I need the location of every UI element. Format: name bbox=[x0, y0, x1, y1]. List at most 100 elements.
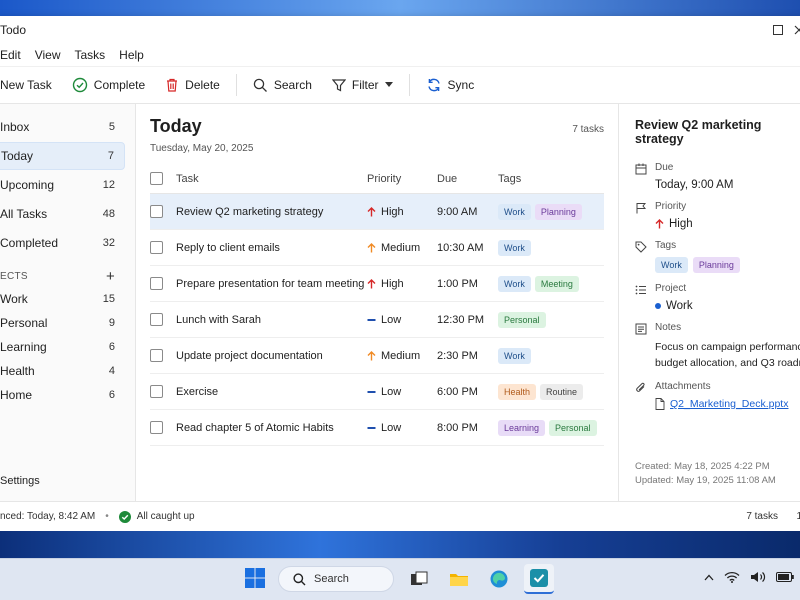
task-checkbox[interactable] bbox=[150, 421, 163, 434]
sidebar-project-work[interactable]: Work 15 bbox=[0, 287, 135, 311]
tag-chip[interactable]: Meeting bbox=[534, 275, 579, 292]
wifi-icon[interactable] bbox=[724, 571, 740, 583]
priority-low-icon bbox=[367, 390, 376, 393]
attachment-link[interactable]: Q2_Marketing_Deck.pptx bbox=[670, 398, 788, 410]
sidebar-project-home[interactable]: Home 6 bbox=[0, 383, 135, 407]
tag-chip[interactable]: Work bbox=[498, 239, 531, 256]
detail-due-value[interactable]: Today, 9:00 AM bbox=[655, 179, 733, 191]
attachment-item[interactable]: Q2_Marketing_Deck.pptx bbox=[655, 398, 788, 410]
task-tags: Work bbox=[498, 347, 531, 364]
menu-edit[interactable]: Edit bbox=[0, 48, 21, 62]
tag-chip[interactable]: Planning bbox=[534, 203, 582, 220]
project-count: 4 bbox=[108, 365, 115, 377]
app-body: Inbox 5 Today 7 Upcoming 12 All Tasks 48… bbox=[0, 104, 800, 501]
chevron-up-icon[interactable] bbox=[704, 574, 714, 581]
status-separator: • bbox=[105, 511, 109, 522]
sidebar-project-learning[interactable]: Learning 6 bbox=[0, 335, 135, 359]
tag-chip[interactable]: Work bbox=[498, 347, 531, 364]
system-tray bbox=[704, 571, 794, 583]
menu-help[interactable]: Help bbox=[119, 48, 144, 62]
sidebar-item-completed[interactable]: Completed 32 bbox=[0, 229, 125, 257]
close-button[interactable] bbox=[792, 16, 800, 44]
detail-priority-value[interactable]: High bbox=[655, 218, 693, 230]
sidebar-project-health[interactable]: Health 4 bbox=[0, 359, 135, 383]
battery-icon[interactable] bbox=[776, 572, 794, 582]
column-priority[interactable]: Priority bbox=[367, 173, 437, 185]
delete-button[interactable]: Delete bbox=[155, 70, 230, 100]
detail-notes-value[interactable]: Focus on campaign performance, budget al… bbox=[655, 339, 800, 371]
table-row[interactable]: Read chapter 5 of Atomic Habits Low 8:00 P… bbox=[150, 410, 604, 446]
sidebar-item-label: All Tasks bbox=[0, 207, 48, 221]
task-name: Read chapter 5 of Atomic Habits bbox=[176, 421, 334, 434]
taskbar-search[interactable]: Search bbox=[278, 566, 394, 592]
task-checkbox[interactable] bbox=[150, 385, 163, 398]
task-checkbox[interactable] bbox=[150, 313, 163, 326]
tag-chip[interactable]: Work bbox=[498, 275, 531, 292]
task-priority: Low bbox=[367, 314, 437, 326]
task-count: 7 tasks bbox=[572, 124, 604, 135]
windows-start-icon[interactable] bbox=[244, 567, 268, 591]
todo-app-button[interactable] bbox=[524, 564, 554, 594]
task-checkbox[interactable] bbox=[150, 241, 163, 254]
column-due[interactable]: Due bbox=[437, 173, 498, 185]
task-checkbox[interactable] bbox=[150, 349, 163, 362]
tag-chip[interactable]: Personal bbox=[549, 419, 597, 436]
maximize-button[interactable] bbox=[764, 16, 792, 44]
edge-browser-button[interactable] bbox=[484, 564, 514, 594]
tag-chip[interactable]: Personal bbox=[498, 311, 546, 328]
sidebar-item-inbox[interactable]: Inbox 5 bbox=[0, 113, 125, 141]
tag-chip[interactable]: Work bbox=[498, 203, 531, 220]
column-tags[interactable]: Tags bbox=[498, 173, 521, 185]
projects-header-label: ECTS bbox=[0, 270, 28, 282]
taskbar: Search bbox=[0, 558, 800, 600]
new-task-label: New Task bbox=[0, 78, 52, 92]
task-view-button[interactable] bbox=[404, 564, 434, 594]
page-title: Today bbox=[150, 116, 202, 136]
table-row[interactable]: Review Q2 marketing strategy High 9:00 AM W… bbox=[150, 194, 604, 230]
complete-button[interactable]: Complete bbox=[62, 70, 155, 100]
task-name: Exercise bbox=[176, 385, 219, 398]
task-checkbox[interactable] bbox=[150, 205, 163, 218]
table-row[interactable]: Prepare presentation for team meeting Hig… bbox=[150, 266, 604, 302]
detail-attachments-field: Attachments Q2_Marketing_Deck.pptx bbox=[635, 381, 800, 410]
task-priority-text: Medium bbox=[381, 241, 421, 254]
volume-icon[interactable] bbox=[750, 571, 766, 583]
calendar-icon bbox=[635, 163, 647, 175]
sidebar-item-all-tasks[interactable]: All Tasks 48 bbox=[0, 200, 125, 228]
tag-chip[interactable]: Work bbox=[655, 257, 688, 273]
sidebar-project-personal[interactable]: Personal 9 bbox=[0, 311, 135, 335]
sidebar-item-upcoming[interactable]: Upcoming 12 bbox=[0, 171, 125, 199]
table-row[interactable]: Update project documentation Medium 2:30 P… bbox=[150, 338, 604, 374]
search-label: Search bbox=[273, 78, 312, 92]
menu-tasks[interactable]: Tasks bbox=[74, 48, 105, 62]
menu-view[interactable]: View bbox=[35, 48, 61, 62]
detail-project-value[interactable]: Work bbox=[655, 300, 693, 312]
table-row[interactable]: Reply to client emails Medium 10:30 AM Work bbox=[150, 230, 604, 266]
detail-title: Review Q2 marketing strategy bbox=[635, 118, 762, 146]
file-explorer-button[interactable] bbox=[444, 564, 474, 594]
filter-button[interactable]: Filter bbox=[322, 70, 403, 100]
add-project-button[interactable]: + bbox=[106, 268, 115, 285]
select-all-checkbox[interactable] bbox=[150, 172, 163, 185]
table-row[interactable]: Lunch with Sarah Low 12:30 PM Personal bbox=[150, 302, 604, 338]
detail-project-text: Work bbox=[666, 300, 693, 312]
sidebar-item-count: 32 bbox=[102, 237, 115, 249]
toolbar: New Task Complete Delete Search Filter S… bbox=[0, 66, 800, 104]
column-task[interactable]: Task bbox=[176, 173, 367, 185]
task-checkbox[interactable] bbox=[150, 277, 163, 290]
settings-link[interactable]: Settings bbox=[0, 475, 40, 487]
priority-low-icon bbox=[367, 318, 376, 321]
tag-chip[interactable]: Learning bbox=[498, 419, 546, 436]
arrow-up-icon bbox=[367, 278, 376, 288]
table-row[interactable]: Exercise Low 6:00 PM Health Routine bbox=[150, 374, 604, 410]
sync-icon bbox=[427, 78, 440, 92]
detail-tags-label: Tags bbox=[655, 240, 677, 251]
tag-chip[interactable]: Planning bbox=[692, 257, 740, 273]
new-task-button[interactable]: New Task bbox=[0, 70, 62, 100]
search-button[interactable]: Search bbox=[243, 70, 322, 100]
sync-button[interactable]: Sync bbox=[416, 70, 485, 100]
sync-status: nced: Today, 8:42 AM bbox=[0, 511, 96, 522]
tag-chip[interactable]: Health bbox=[498, 383, 537, 400]
sidebar-item-today[interactable]: Today 7 bbox=[0, 142, 125, 170]
tag-chip[interactable]: Routine bbox=[540, 383, 584, 400]
